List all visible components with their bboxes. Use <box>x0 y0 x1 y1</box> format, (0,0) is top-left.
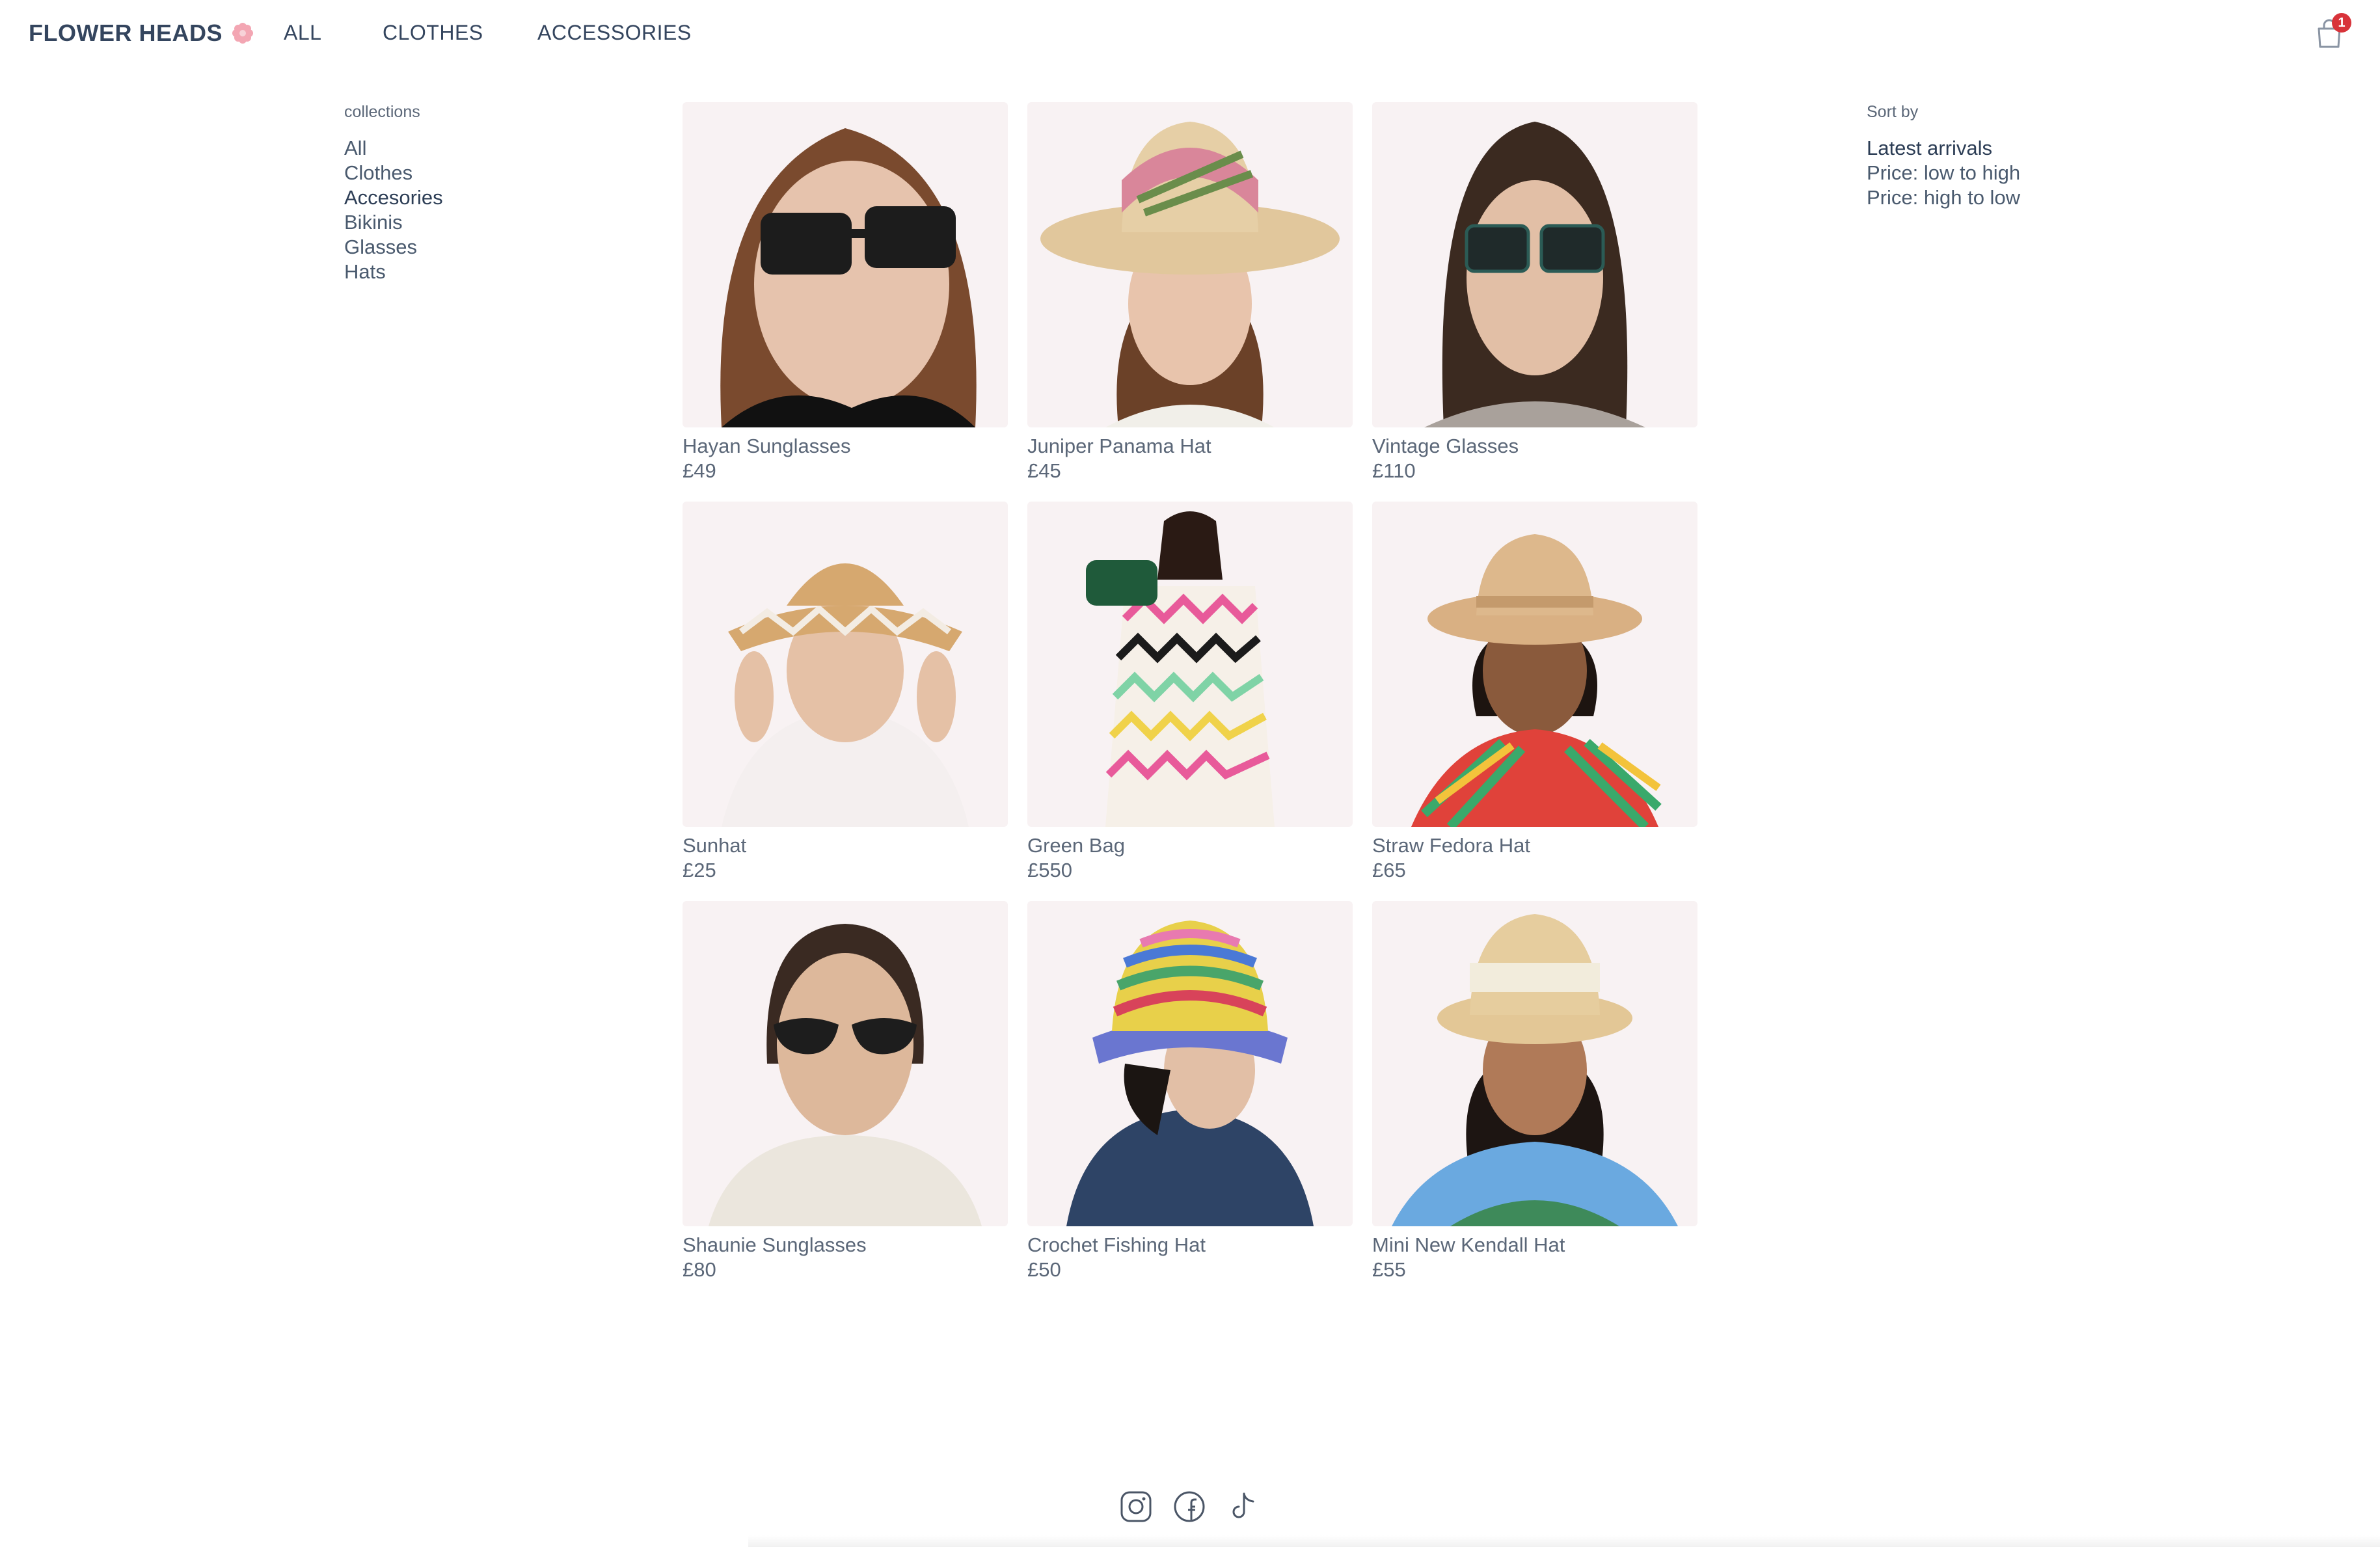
nav-accessories[interactable]: ACCESSORIES <box>537 21 692 45</box>
hat-icon <box>1411 534 1662 827</box>
product-image <box>683 901 1008 1226</box>
product-name: Juniper Panama Hat <box>1027 435 1211 457</box>
collection-all[interactable]: All <box>344 136 443 161</box>
sort-price-low-high[interactable]: Price: low to high <box>1867 161 2020 185</box>
collection-accessories[interactable]: Accesories <box>344 185 443 210</box>
product-card[interactable]: Shaunie Sunglasses £80 <box>683 901 1008 1282</box>
product-card[interactable]: Hayan Sunglasses £49 <box>683 102 1008 483</box>
product-name: Straw Fedora Hat <box>1372 834 1530 857</box>
product-grid: Hayan Sunglasses £49 Juniper Panama Hat … <box>683 102 1697 1282</box>
product-price: £80 <box>683 1258 716 1281</box>
product-name: Mini New Kendall Hat <box>1372 1233 1565 1256</box>
product-image <box>1372 502 1697 827</box>
product-name: Crochet Fishing Hat <box>1027 1233 1206 1256</box>
nav-all[interactable]: ALL <box>284 21 321 45</box>
product-name: Hayan Sunglasses <box>683 435 851 457</box>
flower-icon <box>232 23 253 44</box>
sunglasses-icon <box>709 924 982 1226</box>
tiktok-link[interactable] <box>1226 1490 1260 1524</box>
instagram-link[interactable] <box>1119 1490 1153 1524</box>
bag-icon <box>1086 511 1275 827</box>
product-image <box>683 102 1008 427</box>
header: FLOWER HEADS ALL CLOTHES ACCESSORIES 1 <box>0 0 2380 72</box>
instagram-icon <box>1120 1491 1152 1522</box>
product-name: Sunhat <box>683 834 747 857</box>
sunglasses-icon <box>1424 122 1645 427</box>
sort-panel: Sort by Latest arrivals Price: low to hi… <box>1867 103 2020 210</box>
product-card[interactable]: Vintage Glasses £110 <box>1372 102 1697 483</box>
product-image <box>1372 102 1697 427</box>
hat-icon <box>722 563 969 827</box>
bottom-edge <box>748 1535 2380 1547</box>
product-name: Green Bag <box>1027 834 1125 857</box>
collection-glasses[interactable]: Glasses <box>344 235 443 260</box>
cart-button[interactable]: 1 <box>2312 13 2351 51</box>
product-name: Shaunie Sunglasses <box>683 1233 867 1256</box>
product-card[interactable]: Sunhat £25 <box>683 502 1008 883</box>
collections-heading: collections <box>344 103 420 121</box>
product-price: £45 <box>1027 459 1061 482</box>
product-image <box>1027 102 1353 427</box>
product-card[interactable]: Crochet Fishing Hat £50 <box>1027 901 1353 1282</box>
brand-name: FLOWER HEADS <box>29 20 223 46</box>
social-links <box>1119 1490 1260 1524</box>
product-card[interactable]: Juniper Panama Hat £45 <box>1027 102 1353 483</box>
hat-icon <box>1392 914 1678 1226</box>
sort-latest[interactable]: Latest arrivals <box>1867 136 2020 161</box>
product-price: £65 <box>1372 859 1406 881</box>
product-card[interactable]: Green Bag £550 <box>1027 502 1353 883</box>
sort-price-high-low[interactable]: Price: high to low <box>1867 185 2020 210</box>
collection-clothes[interactable]: Clothes <box>344 161 443 185</box>
product-image <box>1027 502 1353 827</box>
product-price: £25 <box>683 859 716 881</box>
product-price: £550 <box>1027 859 1072 881</box>
tiktok-icon <box>1232 1492 1254 1518</box>
product-image <box>1027 901 1353 1226</box>
product-price: £110 <box>1372 459 1416 482</box>
nav-clothes[interactable]: CLOTHES <box>383 21 483 45</box>
hat-icon <box>1040 122 1340 427</box>
collection-hats[interactable]: Hats <box>344 260 443 284</box>
product-card[interactable]: Straw Fedora Hat £65 <box>1372 502 1697 883</box>
product-image <box>683 502 1008 827</box>
product-price: £50 <box>1027 1258 1061 1281</box>
collection-bikinis[interactable]: Bikinis <box>344 210 443 235</box>
product-price: £55 <box>1372 1258 1406 1281</box>
cart-count-badge: 1 <box>2332 13 2351 33</box>
facebook-icon <box>1174 1491 1205 1522</box>
brand-logo[interactable]: FLOWER HEADS <box>29 20 254 47</box>
product-card[interactable]: Mini New Kendall Hat £55 <box>1372 901 1697 1282</box>
facebook-link[interactable] <box>1172 1490 1206 1524</box>
collections-sidebar: collections All Clothes Accesories Bikin… <box>344 103 443 284</box>
product-name: Vintage Glasses <box>1372 435 1519 457</box>
page: FLOWER HEADS ALL CLOTHES ACCESSORIES 1 c… <box>0 0 2380 1547</box>
sort-heading: Sort by <box>1867 103 1919 121</box>
product-price: £49 <box>683 459 716 482</box>
hat-icon <box>1066 921 1314 1226</box>
sunglasses-icon <box>720 128 977 427</box>
product-image <box>1372 901 1697 1226</box>
